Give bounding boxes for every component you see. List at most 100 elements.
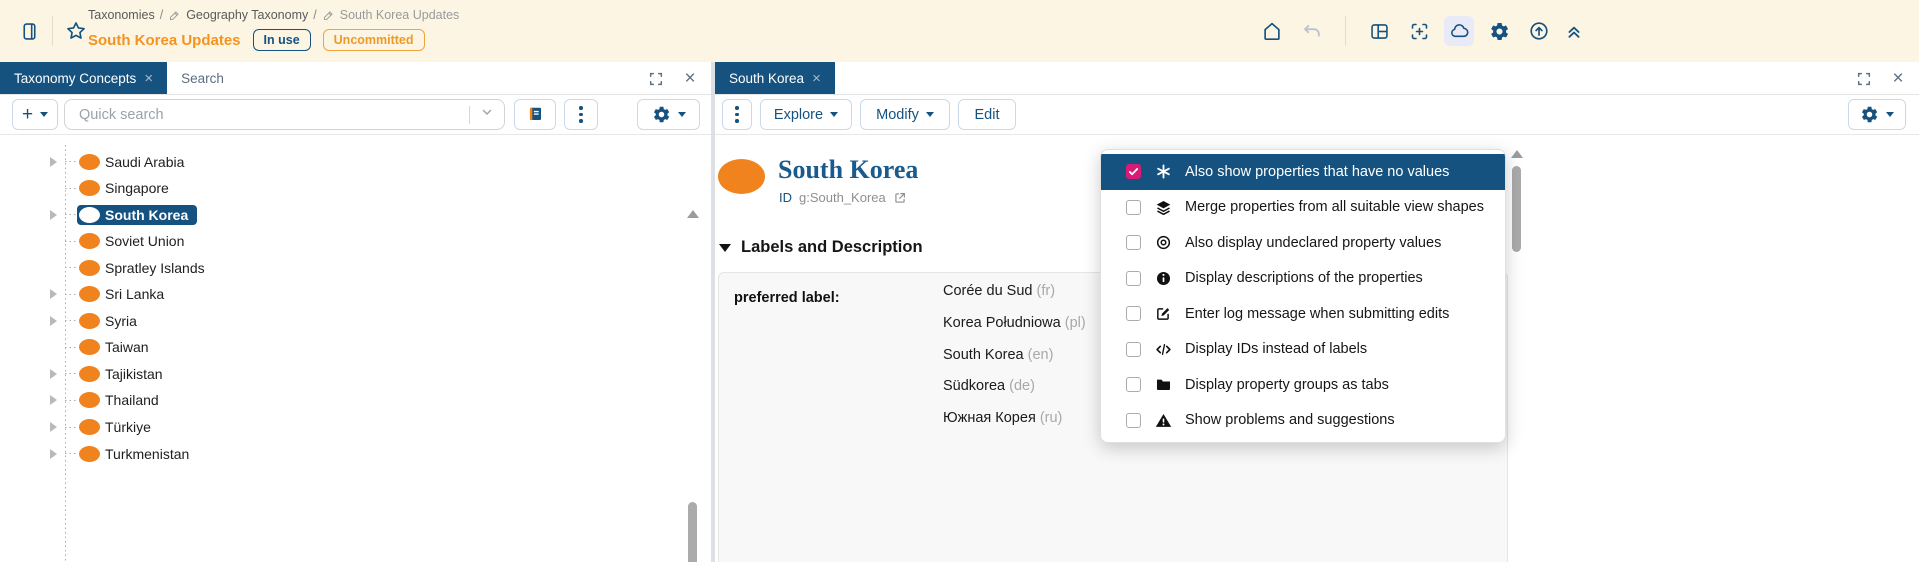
workspace-title: South Korea Updates xyxy=(88,31,241,49)
tree-expander-icon[interactable] xyxy=(50,289,57,300)
tab-search[interactable]: Search xyxy=(167,62,238,94)
tree-item-turkmenistan[interactable]: Turkmenistan xyxy=(0,440,711,467)
menu-item-eye[interactable]: Also display undeclared property values xyxy=(1101,225,1505,261)
tree-connector xyxy=(65,346,78,348)
layout-panels-button[interactable] xyxy=(1364,16,1394,46)
tree-item-label: Thailand xyxy=(105,392,159,409)
close-tab-icon[interactable]: × xyxy=(144,71,153,86)
tree-item-taiwan[interactable]: Taiwan xyxy=(0,334,711,361)
tree-scrollbar-thumb[interactable] xyxy=(688,502,697,562)
tree-item-singapore[interactable]: Singapore xyxy=(0,175,711,202)
left-tab-strip: Taxonomy Concepts × Search × xyxy=(0,62,711,95)
menu-item-edit[interactable]: Enter log message when submitting edits xyxy=(1101,296,1505,332)
language-tag: (ru) xyxy=(1039,410,1063,427)
close-panel-button[interactable]: × xyxy=(1887,68,1909,90)
menu-item-code[interactable]: Display IDs instead of labels xyxy=(1101,332,1505,368)
tree-expander-icon[interactable] xyxy=(50,156,57,167)
pencil-icon xyxy=(170,10,179,20)
menu-item-layers[interactable]: Merge properties from all suitable view … xyxy=(1101,190,1505,226)
close-tab-icon[interactable]: × xyxy=(812,71,821,86)
sidebar-toggle-button[interactable] xyxy=(14,16,44,46)
menu-item-asterisk[interactable]: Also show properties that have no values xyxy=(1101,154,1505,190)
tree-item-soviet-union[interactable]: Soviet Union xyxy=(0,228,711,255)
tree-expander-icon[interactable] xyxy=(50,315,57,326)
dictionary-button[interactable] xyxy=(514,99,556,130)
publish-button[interactable] xyxy=(1524,16,1554,46)
concept-more-options-button[interactable] xyxy=(722,99,752,130)
home-button[interactable] xyxy=(1257,16,1287,46)
taxonomy-concepts-panel: Taxonomy Concepts × Search × + Quick sea… xyxy=(0,62,711,562)
chevron-down-icon xyxy=(677,112,686,117)
id-label: ID xyxy=(779,190,792,205)
tree-item-tajikistan[interactable]: Tajikistan xyxy=(0,360,711,387)
tree-expander-icon[interactable] xyxy=(50,368,57,379)
checkbox-unchecked[interactable] xyxy=(1126,412,1141,428)
checkbox-checked[interactable] xyxy=(1126,164,1141,180)
tree-connector xyxy=(65,293,78,295)
scroll-up-arrow[interactable] xyxy=(1511,150,1523,158)
menu-item-label: Enter log message when submitting edits xyxy=(1185,305,1450,322)
breadcrumb-taxonomies[interactable]: Taxonomies xyxy=(88,8,155,22)
tree-expander-icon[interactable] xyxy=(50,448,57,459)
concept-bullet xyxy=(79,153,100,170)
checkbox-unchecked[interactable] xyxy=(1126,199,1141,215)
section-labels-and-description[interactable]: Labels and Description xyxy=(719,238,923,257)
settings-button[interactable] xyxy=(1484,16,1514,46)
quick-search-input[interactable] xyxy=(65,106,469,123)
menu-item-folder[interactable]: Display property groups as tabs xyxy=(1101,367,1505,403)
property-name: preferred label: xyxy=(734,290,840,306)
tree-connector xyxy=(65,187,78,189)
language-tag: (de) xyxy=(1009,378,1035,395)
maximize-panel-button[interactable] xyxy=(645,68,667,90)
tree-connector xyxy=(65,161,78,162)
add-concept-button[interactable]: + xyxy=(12,99,58,130)
tree-item-syria[interactable]: Syria xyxy=(0,307,711,334)
tree-expander-icon[interactable] xyxy=(50,395,57,406)
view-settings-button[interactable] xyxy=(1848,99,1906,130)
tree-item-spratley-islands[interactable]: Spratley Islands xyxy=(0,254,711,281)
tree-expander-icon[interactable] xyxy=(50,209,57,220)
tree-connector xyxy=(65,267,78,269)
modify-button[interactable]: Modify xyxy=(860,99,950,130)
maximize-panel-button[interactable] xyxy=(1853,68,1875,90)
cloud-sync-button[interactable] xyxy=(1444,16,1474,46)
collapse-header-button[interactable] xyxy=(1559,16,1589,46)
add-panel-button[interactable] xyxy=(1404,16,1434,46)
tree-view-settings-button[interactable] xyxy=(637,99,700,130)
scroll-up-arrow[interactable] xyxy=(687,210,699,218)
tree-item-south-korea[interactable]: South Korea xyxy=(0,201,711,228)
explore-button[interactable]: Explore xyxy=(760,99,852,130)
tree-item-t-rkiye[interactable]: Türkiye xyxy=(0,414,711,441)
tree-item-label: Sri Lanka xyxy=(105,286,165,303)
tree-item-thailand[interactable]: Thailand xyxy=(0,387,711,414)
collapse-chevrons-icon xyxy=(1568,26,1580,38)
concept-bullet xyxy=(79,206,100,223)
tab-taxonomy-concepts[interactable]: Taxonomy Concepts × xyxy=(0,62,168,94)
left-toolbar: + xyxy=(0,95,711,135)
close-panel-button[interactable]: × xyxy=(679,68,701,90)
checkbox-unchecked[interactable] xyxy=(1126,270,1141,286)
tab-south-korea[interactable]: South Korea × xyxy=(715,62,835,94)
menu-item-info[interactable]: Display descriptions of the properties xyxy=(1101,261,1505,297)
menu-item-warning[interactable]: Show problems and suggestions xyxy=(1101,403,1505,439)
breadcrumb-taxonomy[interactable]: Geography Taxonomy xyxy=(186,8,308,22)
chevron-down-icon xyxy=(925,112,934,117)
checkbox-unchecked[interactable] xyxy=(1126,306,1141,322)
undo-button[interactable] xyxy=(1297,16,1327,46)
menu-item-label: Display descriptions of the properties xyxy=(1185,270,1423,287)
panel-scrollbar-thumb[interactable] xyxy=(1512,166,1521,252)
tree-item-sri-lanka[interactable]: Sri Lanka xyxy=(0,281,711,308)
layers-icon xyxy=(1154,198,1172,216)
checkbox-unchecked[interactable] xyxy=(1126,377,1141,393)
edit-button[interactable]: Edit xyxy=(958,99,1016,130)
tree-item-saudi-arabia[interactable]: Saudi Arabia xyxy=(0,148,711,175)
more-options-button[interactable] xyxy=(564,99,598,130)
search-dropdown-toggle[interactable] xyxy=(470,105,504,124)
checkbox-unchecked[interactable] xyxy=(1126,235,1141,251)
gear-icon xyxy=(1490,22,1508,40)
preferred-label-value: Südkorea (de) xyxy=(943,378,1035,395)
external-link-icon[interactable] xyxy=(893,191,907,205)
tree-expander-icon[interactable] xyxy=(50,422,57,432)
checkbox-unchecked[interactable] xyxy=(1126,341,1141,357)
favorite-star-button[interactable] xyxy=(61,16,91,46)
